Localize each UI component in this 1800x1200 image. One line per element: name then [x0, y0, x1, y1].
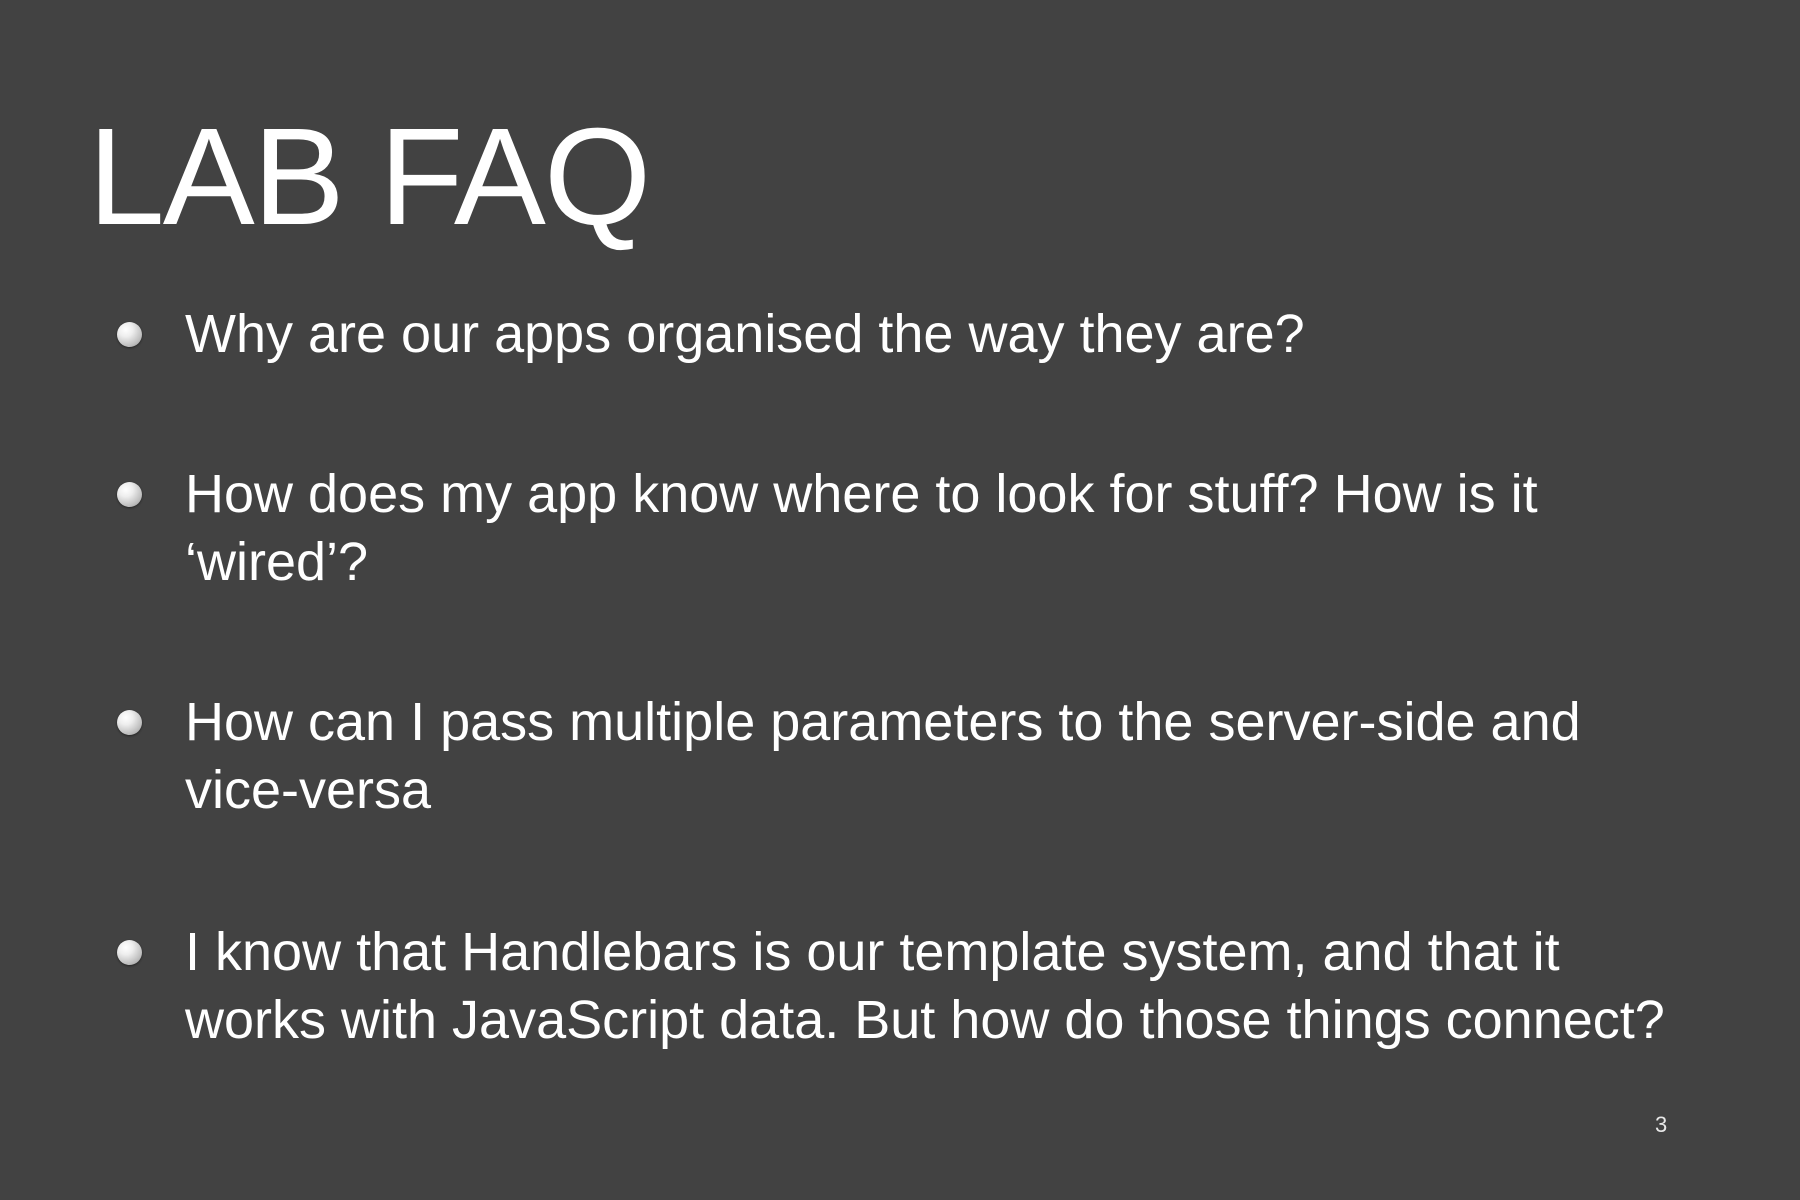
bullet-dot-icon [117, 710, 142, 735]
bullet-dot-icon [117, 322, 142, 347]
bullet-dot-icon [117, 482, 142, 507]
bullet-text: How can I pass multiple parameters to th… [185, 692, 1581, 820]
page-number: 3 [1655, 1112, 1668, 1137]
bullet-text: Why are our apps organised the way they … [185, 304, 1305, 364]
bullet-text: How does my app know where to look for s… [185, 464, 1538, 592]
slide-title: LAB FAQ [88, 100, 651, 254]
slide: LAB FAQ Why are our apps organised the w… [0, 0, 1800, 1200]
bullet-text: I know that Handlebars is our template s… [185, 922, 1665, 1050]
bullet-dot-icon [117, 940, 142, 965]
